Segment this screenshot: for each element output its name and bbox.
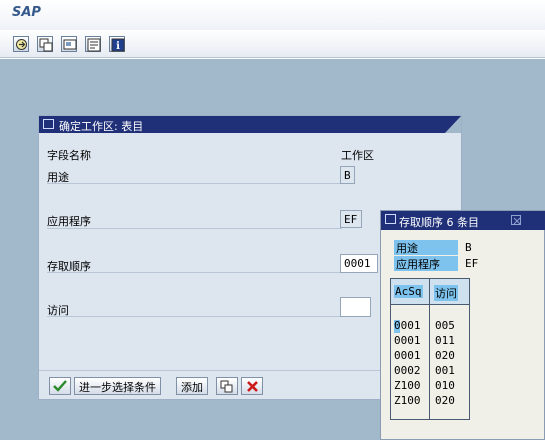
close-icon[interactable]: [511, 215, 521, 225]
field-label-application: 应用程序: [47, 215, 91, 228]
dialog-access-sequence-list: 存取顺序 6 条目 用途 B 应用程序 EF AcSq 访问 0001 005 …: [380, 210, 545, 440]
app-title: SAP: [12, 5, 41, 20]
cell-access: 005: [435, 319, 455, 332]
filter-value-usage: B: [465, 241, 472, 254]
filter-label-usage: 用途: [394, 240, 458, 255]
cell-acsq: 0002: [394, 364, 421, 377]
cell-acsq: 0001: [394, 349, 421, 362]
cell-access: 001: [435, 364, 455, 377]
dialog-title: 确定工作区: 表目: [59, 120, 144, 133]
copy-entries-button[interactable]: [216, 377, 238, 395]
next-selection-button[interactable]: 进一步选择条件: [74, 377, 161, 395]
cell-access: 011: [435, 334, 455, 347]
copy-icon: [220, 380, 233, 393]
filter-value-application: EF: [465, 257, 479, 270]
column-header-access[interactable]: 访问: [434, 285, 458, 301]
dialog-title-bar: 确定工作区: 表目: [39, 116, 461, 133]
dialog-title-bar: 存取顺序 6 条目: [381, 211, 545, 230]
table-row[interactable]: Z100 010: [391, 379, 469, 393]
table-row[interactable]: 0001 005: [391, 319, 469, 333]
layout-icon[interactable]: [85, 36, 101, 52]
cancel-icon: [247, 381, 258, 392]
field-underline: [47, 272, 342, 273]
title-corner-icon: [445, 116, 461, 133]
table-row[interactable]: Z100 020: [391, 394, 469, 408]
application-toolbar: i: [0, 30, 545, 58]
work-area-header: 工作区: [341, 149, 374, 162]
field-underline: [47, 183, 342, 184]
table-header: AcSq 访问: [391, 279, 469, 305]
filter-label-application: 应用程序: [394, 256, 458, 271]
access-sequence-input[interactable]: 0001: [340, 254, 378, 273]
field-underline: [47, 316, 342, 317]
add-button[interactable]: 添加: [176, 377, 208, 395]
info-icon[interactable]: i: [109, 36, 125, 52]
usage-value: B: [340, 166, 355, 184]
cell-acsq: Z100: [394, 379, 421, 392]
cell-access: 020: [435, 349, 455, 362]
results-table: AcSq 访问 0001 005 0001 011 0001 020 0002 …: [390, 278, 470, 420]
field-name-header: 字段名称: [47, 149, 91, 162]
app-title-bar: SAP: [0, 0, 545, 30]
copy-icon[interactable]: [37, 36, 53, 52]
cell-access: 010: [435, 379, 455, 392]
column-header-acsq[interactable]: AcSq: [394, 285, 423, 298]
window-icon: [385, 214, 396, 224]
checkmark-icon: [53, 380, 67, 392]
table-row[interactable]: 0002 001: [391, 364, 469, 378]
cancel-button[interactable]: [241, 377, 263, 395]
cell-access: 020: [435, 394, 455, 407]
table-row[interactable]: 0001 020: [391, 349, 469, 363]
dialog-title: 存取顺序 6 条目: [399, 216, 479, 229]
confirm-button[interactable]: [49, 377, 71, 395]
field-underline: [47, 228, 342, 229]
table-row[interactable]: 0001 011: [391, 334, 469, 348]
screen-icon[interactable]: [61, 36, 77, 52]
cell-acsq: Z100: [394, 394, 421, 407]
window-icon: [43, 119, 54, 129]
application-value: EF: [340, 210, 362, 228]
cell-acsq: 0001: [394, 334, 421, 347]
access-input[interactable]: [340, 297, 371, 317]
svg-text:i: i: [116, 41, 120, 52]
cell-acsq: 0001: [394, 319, 421, 332]
execute-icon[interactable]: [13, 36, 29, 52]
